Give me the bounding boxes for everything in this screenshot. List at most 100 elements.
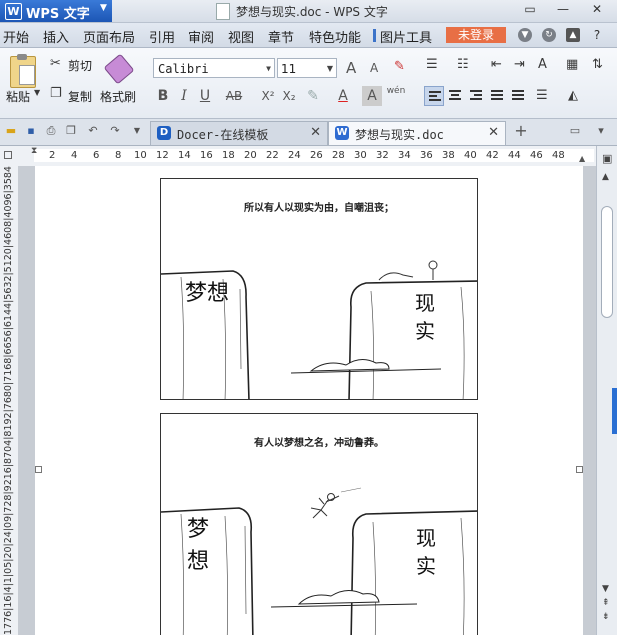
tab-current-document[interactable]: W 梦想与现实.doc ✕: [328, 121, 506, 145]
login-button[interactable]: 未登录: [446, 27, 506, 43]
copy-icon[interactable]: ❐: [50, 86, 62, 101]
close-icon[interactable]: ✕: [586, 2, 608, 18]
resize-handle[interactable]: [576, 466, 583, 473]
text-direction-icon[interactable]: A: [538, 57, 547, 72]
shrink-font-button[interactable]: A: [370, 61, 378, 75]
paragraph-shading-icon[interactable]: ◭: [568, 88, 578, 103]
char-shading-icon[interactable]: A: [362, 86, 382, 106]
table-icon[interactable]: ▦: [566, 57, 578, 72]
decrease-indent-icon[interactable]: ⇤: [491, 57, 502, 72]
scissors-icon[interactable]: ✂: [50, 56, 61, 71]
font-size-select[interactable]: 11 ▼: [277, 58, 337, 78]
shirt-icon[interactable]: ▲: [566, 28, 580, 42]
scroll-down-icon[interactable]: ▼: [602, 584, 609, 594]
menu-insert[interactable]: 插入: [43, 27, 69, 46]
close-icon[interactable]: ✕: [310, 125, 321, 140]
paste-icon[interactable]: [10, 54, 36, 88]
ruler-mark: 48: [552, 150, 565, 161]
menu-view[interactable]: 视图: [228, 27, 254, 46]
format-painter-icon[interactable]: [103, 53, 135, 85]
ruler-mark: 28: [332, 150, 345, 161]
copy-button[interactable]: 复制: [68, 88, 92, 105]
side-panel-toggle[interactable]: [612, 388, 617, 434]
font-color-icon[interactable]: A: [333, 86, 353, 106]
font-size-value: 11: [281, 62, 297, 76]
previous-page-icon[interactable]: ⇞: [602, 598, 610, 608]
menu-chapter[interactable]: 章节: [268, 27, 294, 46]
quick-access-dropdown-icon[interactable]: ▼: [130, 124, 144, 138]
menu-references[interactable]: 引用: [149, 27, 175, 46]
ribbon-collapse-icon[interactable]: ▭: [519, 2, 541, 18]
align-right-button[interactable]: [466, 86, 486, 106]
highlight-icon[interactable]: ✎: [303, 86, 323, 106]
numbering-icon[interactable]: ☷: [457, 57, 469, 72]
comic-panel-1[interactable]: 所以有人以现实为由，自嘲沮丧； 梦想 现 实 梦想 现实: [160, 178, 478, 400]
close-icon[interactable]: ✕: [488, 125, 499, 140]
paste-dropdown-icon[interactable]: ▼: [34, 88, 40, 97]
print-preview-icon[interactable]: ❐: [64, 124, 78, 138]
menu-home[interactable]: 开始: [3, 27, 29, 46]
docer-icon: D: [157, 126, 171, 140]
tab-docer-templates[interactable]: D Docer-在线模板 ✕: [150, 121, 328, 145]
ruler-mark: 38: [442, 150, 455, 161]
grow-font-button[interactable]: A: [346, 59, 356, 77]
ruler-mark: 18: [222, 150, 235, 161]
document-page[interactable]: 所以有人以现实为由，自嘲沮丧； 梦想 现 实 梦想 现实: [35, 166, 583, 635]
print-icon[interactable]: ⎙: [44, 124, 58, 138]
clear-format-icon[interactable]: ✎: [394, 59, 405, 74]
bullets-icon[interactable]: ☰: [426, 57, 438, 72]
undo-icon[interactable]: ↶: [86, 124, 100, 138]
menu-review[interactable]: 审阅: [188, 27, 214, 46]
document-icon: [216, 3, 230, 20]
tab-menu-icon[interactable]: ▾: [594, 124, 608, 138]
minimize-icon[interactable]: —: [552, 2, 574, 18]
distribute-button[interactable]: [508, 86, 528, 106]
indent-marker-icon[interactable]: ⧗: [31, 146, 37, 156]
scroll-up-icon[interactable]: ▲: [602, 172, 609, 182]
sync-icon[interactable]: ↻: [542, 28, 556, 42]
reality-label: 现实: [415, 291, 435, 343]
strikethrough-button[interactable]: AB: [222, 86, 246, 106]
justify-button[interactable]: [487, 86, 507, 106]
open-folder-icon[interactable]: ▬: [4, 124, 18, 138]
resize-handle[interactable]: [35, 466, 42, 473]
menu-picture-tools[interactable]: 图片工具: [380, 27, 432, 46]
skin-icon[interactable]: ▼: [518, 28, 532, 42]
menu-special-features[interactable]: 特色功能: [309, 27, 361, 46]
right-indent-marker-icon[interactable]: ▲: [579, 154, 585, 163]
subscript-button[interactable]: X₂: [279, 86, 299, 106]
align-left-button[interactable]: [424, 86, 444, 106]
horizontal-ruler[interactable]: 2 4 6 8 10 12 14 16 18 20 22 24 26 28 30…: [18, 146, 596, 167]
sort-icon[interactable]: ⇅: [592, 57, 603, 72]
format-painter-button[interactable]: 格式刷: [100, 88, 136, 105]
align-center-button[interactable]: [445, 86, 465, 106]
help-icon[interactable]: ?: [590, 28, 604, 42]
line-spacing-icon[interactable]: ☰: [536, 88, 548, 103]
font-name-select[interactable]: Calibri ▼: [153, 58, 275, 78]
save-icon[interactable]: ▪: [24, 124, 38, 138]
scroll-thumb[interactable]: [601, 206, 613, 318]
redo-icon[interactable]: ↷: [108, 124, 122, 138]
cut-button[interactable]: 剪切: [68, 57, 92, 74]
grid-view-icon[interactable]: ▣: [602, 152, 612, 165]
menu-page-layout[interactable]: 页面布局: [83, 27, 135, 46]
wps-app-menu-button[interactable]: W WPS 文字 ▼: [0, 0, 112, 22]
phonetic-guide-button[interactable]: wén: [384, 86, 408, 106]
tab-list-icon[interactable]: ▭: [568, 124, 582, 138]
ruler-mark: 10: [134, 150, 147, 161]
ruler-mark: 32: [376, 150, 389, 161]
ruler-mark: 16: [200, 150, 213, 161]
increase-indent-icon[interactable]: ⇥: [514, 57, 525, 72]
vertical-ruler[interactable]: 1776|16|4|1|05|20|24|09|728|9216|8704|81…: [0, 166, 19, 635]
ruler-mark: 40: [464, 150, 477, 161]
ruler-corner[interactable]: [0, 146, 18, 166]
bold-button[interactable]: B: [153, 86, 173, 106]
paste-button[interactable]: 粘贴: [6, 88, 30, 105]
italic-button[interactable]: I: [174, 86, 194, 106]
comic-panel-2[interactable]: 有人以梦想之名，冲动鲁莽。 梦想 现实: [160, 413, 478, 635]
next-page-icon[interactable]: ⇟: [602, 612, 610, 622]
superscript-button[interactable]: X²: [258, 86, 278, 106]
new-tab-icon[interactable]: +: [514, 123, 528, 139]
underline-button[interactable]: U: [195, 86, 215, 106]
document-canvas[interactable]: 所以有人以现实为由，自嘲沮丧； 梦想 现 实 梦想 现实: [18, 166, 596, 635]
